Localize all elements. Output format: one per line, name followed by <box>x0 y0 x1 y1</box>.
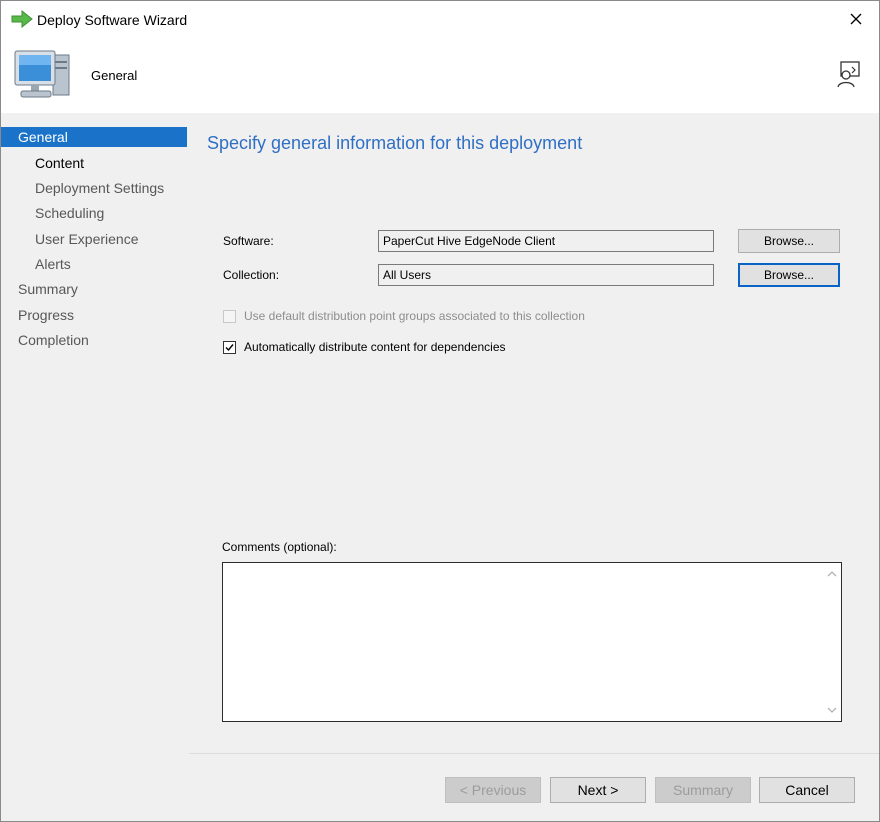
auto-distribute-checkbox[interactable] <box>223 340 236 354</box>
comments-textarea[interactable] <box>222 562 842 722</box>
software-label: Software: <box>223 234 274 248</box>
wizard-footer: < Previous Next > Summary Cancel <box>189 753 879 821</box>
window-title: Deploy Software Wizard <box>37 12 188 28</box>
nav-item-content[interactable]: Content <box>1 153 187 173</box>
nav-item-summary[interactable]: Summary <box>1 279 187 299</box>
nav-item-general[interactable]: General <box>1 127 187 147</box>
nav-item-deployment-settings[interactable]: Deployment Settings <box>1 178 187 198</box>
nav-item-completion[interactable]: Completion <box>1 330 187 350</box>
page-title: Specify general information for this dep… <box>207 133 583 153</box>
comments-label: Comments (optional): <box>222 540 337 554</box>
nav-item-user-experience[interactable]: User Experience <box>1 229 187 249</box>
use-default-dp-label: Use default distribution point groups as… <box>244 309 585 323</box>
collection-browse-button[interactable]: Browse... <box>738 263 840 287</box>
software-browse-button[interactable]: Browse... <box>738 229 840 253</box>
computer-icon <box>14 50 70 98</box>
nav-item-scheduling[interactable]: Scheduling <box>1 203 187 223</box>
nav-item-alerts[interactable]: Alerts <box>1 254 187 274</box>
next-button[interactable]: Next > <box>550 777 646 803</box>
previous-button[interactable]: < Previous <box>445 777 541 803</box>
close-icon <box>850 13 862 25</box>
scroll-down-icon[interactable] <box>827 705 837 715</box>
cancel-button[interactable]: Cancel <box>759 777 855 803</box>
content-panel: Specify general information for this dep… <box>189 113 879 753</box>
collection-field[interactable]: All Users <box>378 264 714 286</box>
collection-label: Collection: <box>223 268 280 282</box>
wizard-nav: General Content Deployment Settings Sche… <box>1 113 189 821</box>
wizard-window: Deploy Software Wizard General General C… <box>0 0 880 822</box>
header-title: General <box>91 68 138 83</box>
green-arrow-icon <box>11 10 33 28</box>
scroll-up-icon[interactable] <box>827 569 837 579</box>
checkmark-icon <box>225 343 234 351</box>
wizard-header: General <box>1 39 879 113</box>
help-icon[interactable] <box>835 61 861 89</box>
summary-button[interactable]: Summary <box>655 777 751 803</box>
close-button[interactable] <box>833 1 879 37</box>
title-bar: Deploy Software Wizard <box>1 1 879 39</box>
use-default-dp-checkbox[interactable] <box>223 309 236 323</box>
use-default-dp-checkbox-row: Use default distribution point groups as… <box>223 308 585 324</box>
software-field[interactable]: PaperCut Hive EdgeNode Client <box>378 230 714 252</box>
nav-item-progress[interactable]: Progress <box>1 305 187 325</box>
auto-distribute-label: Automatically distribute content for dep… <box>244 340 506 354</box>
auto-distribute-checkbox-row: Automatically distribute content for dep… <box>223 339 506 355</box>
